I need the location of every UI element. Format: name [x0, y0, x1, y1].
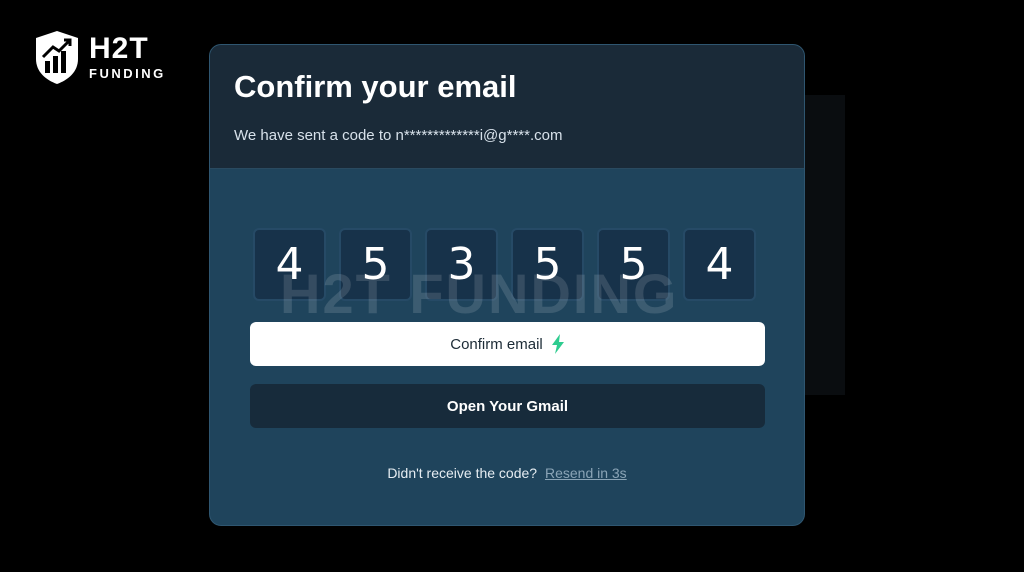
logo-sub-text: FUNDING — [89, 66, 166, 81]
code-digit-input-1[interactable]: 4 — [253, 228, 326, 301]
code-digit-input-2[interactable]: 5 — [339, 228, 412, 301]
code-digit-input-5[interactable]: 5 — [597, 228, 670, 301]
brand-logo: H2T FUNDING — [33, 29, 166, 85]
background-page — [805, 95, 845, 395]
open-gmail-button[interactable]: Open Your Gmail — [250, 384, 765, 428]
modal-header: Confirm your email We have sent a code t… — [210, 45, 804, 169]
confirm-email-label: Confirm email — [450, 335, 543, 353]
resend-code-link[interactable]: Resend in 3s — [545, 465, 627, 481]
modal-subtitle: We have sent a code to n*************i@g… — [234, 127, 563, 144]
lightning-bolt-icon — [551, 334, 564, 354]
screen: H2T FUNDING Confirm your email We have s… — [0, 0, 1024, 572]
modal-title: Confirm your email — [234, 69, 517, 104]
logo-main-text: H2T — [89, 32, 149, 65]
confirm-email-button[interactable]: Confirm email — [250, 322, 765, 366]
resend-row: Didn't receive the code? Resend in 3s — [210, 465, 804, 481]
resend-prompt: Didn't receive the code? — [387, 465, 538, 481]
open-gmail-label: Open Your Gmail — [446, 397, 569, 415]
code-digit-input-3[interactable]: 3 — [425, 228, 498, 301]
code-digit-input-4[interactable]: 5 — [511, 228, 584, 301]
confirm-email-modal: Confirm your email We have sent a code t… — [209, 44, 805, 526]
modal-body: 4 5 3 5 5 4 H2T FUNDING Confirm email Op… — [210, 169, 804, 525]
code-digit-input-6[interactable]: 4 — [683, 228, 756, 301]
code-input-row: 4 5 3 5 5 4 — [253, 228, 756, 301]
shield-chart-icon — [36, 31, 78, 84]
